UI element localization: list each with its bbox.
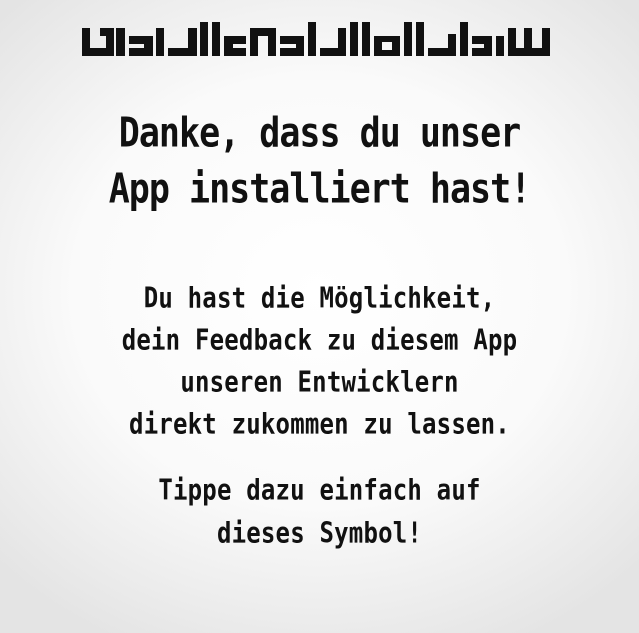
instruction-line-1: Tippe dazu einfach auf <box>158 473 481 507</box>
body-line-1: Du hast die Möglichkeit, <box>143 281 496 315</box>
body-line-3: unseren Entwicklern <box>180 365 459 399</box>
bismillah-calligraphy-logo <box>82 22 550 62</box>
body-line-4: direkt zukommen zu lassen. <box>129 407 510 441</box>
heading-line-1: Danke, dass du unser <box>118 109 521 158</box>
heading-line-2: App installiert hast! <box>108 165 532 214</box>
body-line-2: dein Feedback zu diesem App <box>121 323 518 357</box>
instruction-line-2: dieses Symbol! <box>216 516 423 550</box>
welcome-screen: Danke, dass du unser App installiert has… <box>0 0 639 633</box>
